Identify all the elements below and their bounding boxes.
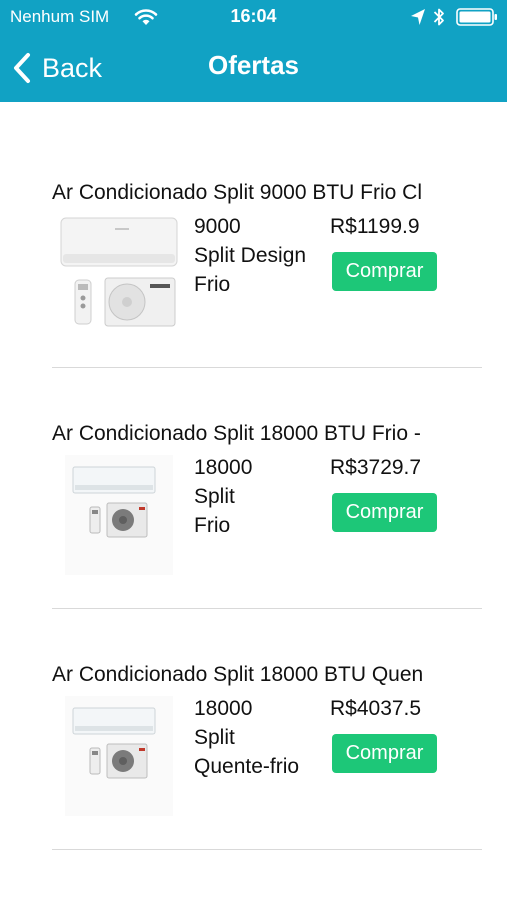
offer-btu: 9000 <box>194 215 241 238</box>
offer-mode: Frio <box>194 273 231 296</box>
offer-title: Ar Condicionado Split 18000 BTU Frio - <box>52 422 421 445</box>
offer-price: R$3729.7 <box>330 456 422 479</box>
status-bar: Nenhum SIM 16:04 <box>0 0 507 34</box>
offer-item[interactable]: Ar Condicionado Split 9000 BTU Frio Cl 9… <box>0 102 507 368</box>
buy-button[interactable]: Comprar <box>332 734 437 773</box>
offer-btu: 18000 <box>194 456 253 479</box>
bluetooth-icon <box>433 8 444 26</box>
offer-item[interactable]: Ar Condicionado Split 18000 BTU Frio - 1… <box>0 343 507 609</box>
offer-title: Ar Condicionado Split 18000 BTU Quen <box>52 663 424 686</box>
offer-price: R$1199.9 <box>330 215 420 238</box>
offer-type: Split <box>194 485 235 508</box>
offer-specs: 18000 Split Frio <box>194 453 252 540</box>
header: Nenhum SIM 16:04 Back Ofertas <box>0 0 507 102</box>
offer-price: R$4037.5 <box>330 697 422 720</box>
offer-type: Split <box>194 726 235 749</box>
offers-screen: Nenhum SIM 16:04 Back Ofertas Ar Condici… <box>0 0 507 900</box>
divider <box>52 849 482 850</box>
clock: 16:04 <box>230 6 277 26</box>
offer-specs: 18000 Split Quente-frio <box>194 694 299 781</box>
offer-title: Ar Condicionado Split 9000 BTU Frio Cl <box>52 181 423 204</box>
battery-icon <box>456 8 497 26</box>
offer-mode: Quente-frio <box>194 755 300 778</box>
offer-item[interactable]: Ar Condicionado Split 18000 BTU Quen 180… <box>0 584 507 850</box>
page-title: Ofertas <box>207 50 300 80</box>
location-icon <box>411 9 425 25</box>
offer-type: Split Design <box>194 244 307 267</box>
air-conditioner-image <box>65 696 173 816</box>
offer-mode: Frio <box>194 514 231 537</box>
navigation-bar: Back Ofertas <box>0 34 507 102</box>
air-conditioner-design-image <box>60 217 178 327</box>
air-conditioner-image <box>65 455 173 575</box>
offer-btu: 18000 <box>194 697 253 720</box>
buy-button[interactable]: Comprar <box>332 493 437 532</box>
buy-button[interactable]: Comprar <box>332 252 437 291</box>
offer-specs: 9000 Split Design Frio <box>194 212 306 299</box>
